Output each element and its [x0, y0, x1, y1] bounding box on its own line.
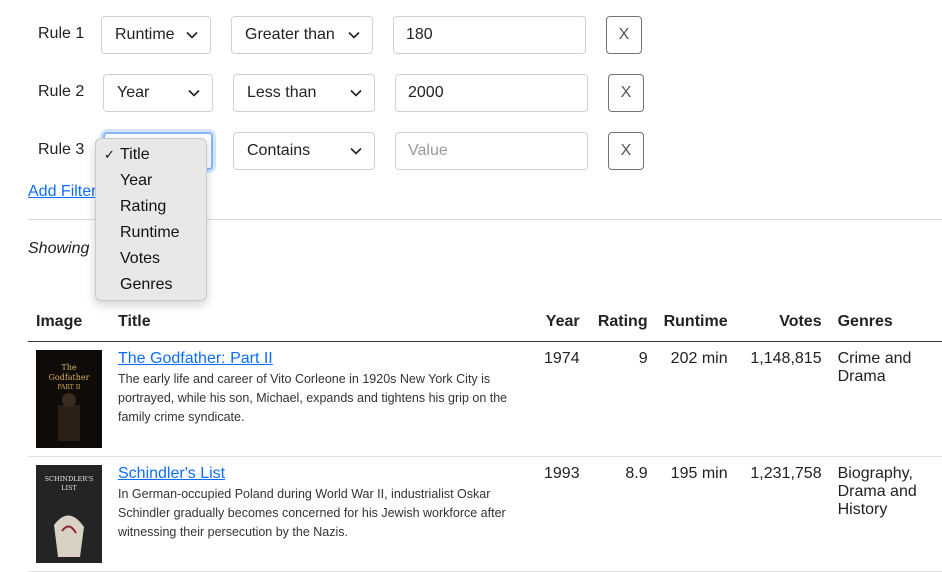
rule-row-1: Rule 1 Runtime Greater than 180 X	[0, 16, 700, 54]
column-header-runtime[interactable]: Runtime	[655, 303, 736, 342]
table-header-row: Image Title Year Rating Runtime Votes Ge…	[28, 303, 942, 342]
operator-select-value: Less than	[247, 84, 317, 101]
field-select-value: Year	[117, 84, 150, 101]
genres-cell: Crime and Drama	[829, 341, 942, 457]
title-cell: The Godfather: Part II The early life an…	[110, 341, 536, 457]
year-cell: 1993	[536, 456, 588, 572]
dropdown-option-title[interactable]: ✓ Title	[96, 142, 206, 168]
movie-title-link[interactable]: The Godfather: Part II	[118, 350, 528, 368]
column-header-title[interactable]: Title	[110, 303, 536, 342]
title-cell: Schindler's List In German-occupied Pola…	[110, 456, 536, 572]
dropdown-option-votes[interactable]: Votes	[96, 246, 206, 272]
poster-image: SCHINDLER'S LIST	[36, 464, 102, 563]
movies-table: Image Title Year Rating Runtime Votes Ge…	[28, 303, 942, 572]
remove-rule-button[interactable]: X	[606, 16, 642, 54]
chevron-down-icon	[188, 88, 200, 98]
operator-select[interactable]: Greater than	[231, 16, 373, 54]
dropdown-option-rating[interactable]: Rating	[96, 194, 206, 220]
chevron-down-icon	[348, 30, 360, 40]
add-filter-link[interactable]: Add Filter	[28, 183, 96, 201]
movie-description: The early life and career of Vito Corleo…	[118, 371, 508, 424]
chevron-down-icon	[350, 88, 362, 98]
remove-rule-button[interactable]: X	[608, 74, 644, 112]
year-cell: 1974	[536, 341, 588, 457]
column-header-year[interactable]: Year	[536, 303, 588, 342]
dropdown-option-label: Title	[120, 146, 150, 163]
check-icon: ✓	[104, 147, 115, 162]
votes-cell: 1,231,758	[735, 456, 830, 572]
field-select[interactable]: Year	[103, 74, 213, 112]
chevron-down-icon	[186, 30, 198, 40]
field-select[interactable]: Runtime	[101, 16, 211, 54]
rating-cell: 9	[587, 341, 656, 457]
rule-label: Rule 3	[38, 141, 85, 158]
rating-cell: 8.9	[587, 456, 656, 572]
column-header-genres[interactable]: Genres	[829, 303, 942, 342]
column-header-image[interactable]: Image	[28, 303, 110, 342]
field-dropdown-menu: ✓ Title Year Rating Runtime Votes Genres	[95, 138, 207, 301]
operator-select-value: Greater than	[245, 26, 335, 43]
value-input[interactable]: 180	[393, 16, 586, 54]
operator-select-value: Contains	[247, 142, 311, 159]
chevron-down-icon	[350, 146, 362, 156]
operator-select[interactable]: Contains	[233, 132, 375, 170]
poster-cell: The Godfather PART II	[28, 341, 110, 457]
field-select-value: Runtime	[115, 26, 175, 43]
dropdown-option-year[interactable]: Year	[96, 168, 206, 194]
rule-label: Rule 1	[38, 25, 85, 42]
table-row: The Godfather PART II The Godfather: Par…	[28, 341, 942, 457]
poster-cell: SCHINDLER'S LIST	[28, 456, 110, 572]
table-row: SCHINDLER'S LIST Schindler's List In Ger…	[28, 456, 942, 572]
dropdown-option-runtime[interactable]: Runtime	[96, 220, 206, 246]
runtime-cell: 195 min	[655, 456, 736, 572]
runtime-cell: 202 min	[655, 341, 736, 457]
poster-image: The Godfather PART II	[36, 349, 102, 448]
svg-text:PART II: PART II	[58, 384, 82, 391]
results-summary: Showing	[28, 240, 90, 257]
column-header-rating[interactable]: Rating	[587, 303, 656, 342]
svg-text:LIST: LIST	[61, 484, 77, 492]
value-input[interactable]: Value	[395, 132, 588, 170]
svg-text:Godfather: Godfather	[49, 373, 90, 382]
operator-select[interactable]: Less than	[233, 74, 375, 112]
movie-title-link[interactable]: Schindler's List	[118, 465, 528, 483]
rule-label: Rule 2	[38, 83, 85, 100]
value-input[interactable]: 2000	[395, 74, 588, 112]
column-header-votes[interactable]: Votes	[735, 303, 830, 342]
movie-description: In German-occupied Poland during World W…	[118, 486, 506, 539]
votes-cell: 1,148,815	[735, 341, 830, 457]
svg-text:SCHINDLER'S: SCHINDLER'S	[45, 475, 94, 483]
dropdown-option-genres[interactable]: Genres	[96, 272, 206, 298]
remove-rule-button[interactable]: X	[608, 132, 644, 170]
rule-row-2: Rule 2 Year Less than 2000 X	[0, 74, 700, 112]
genres-cell: Biography, Drama and History	[829, 456, 942, 572]
svg-text:The: The	[61, 363, 76, 372]
